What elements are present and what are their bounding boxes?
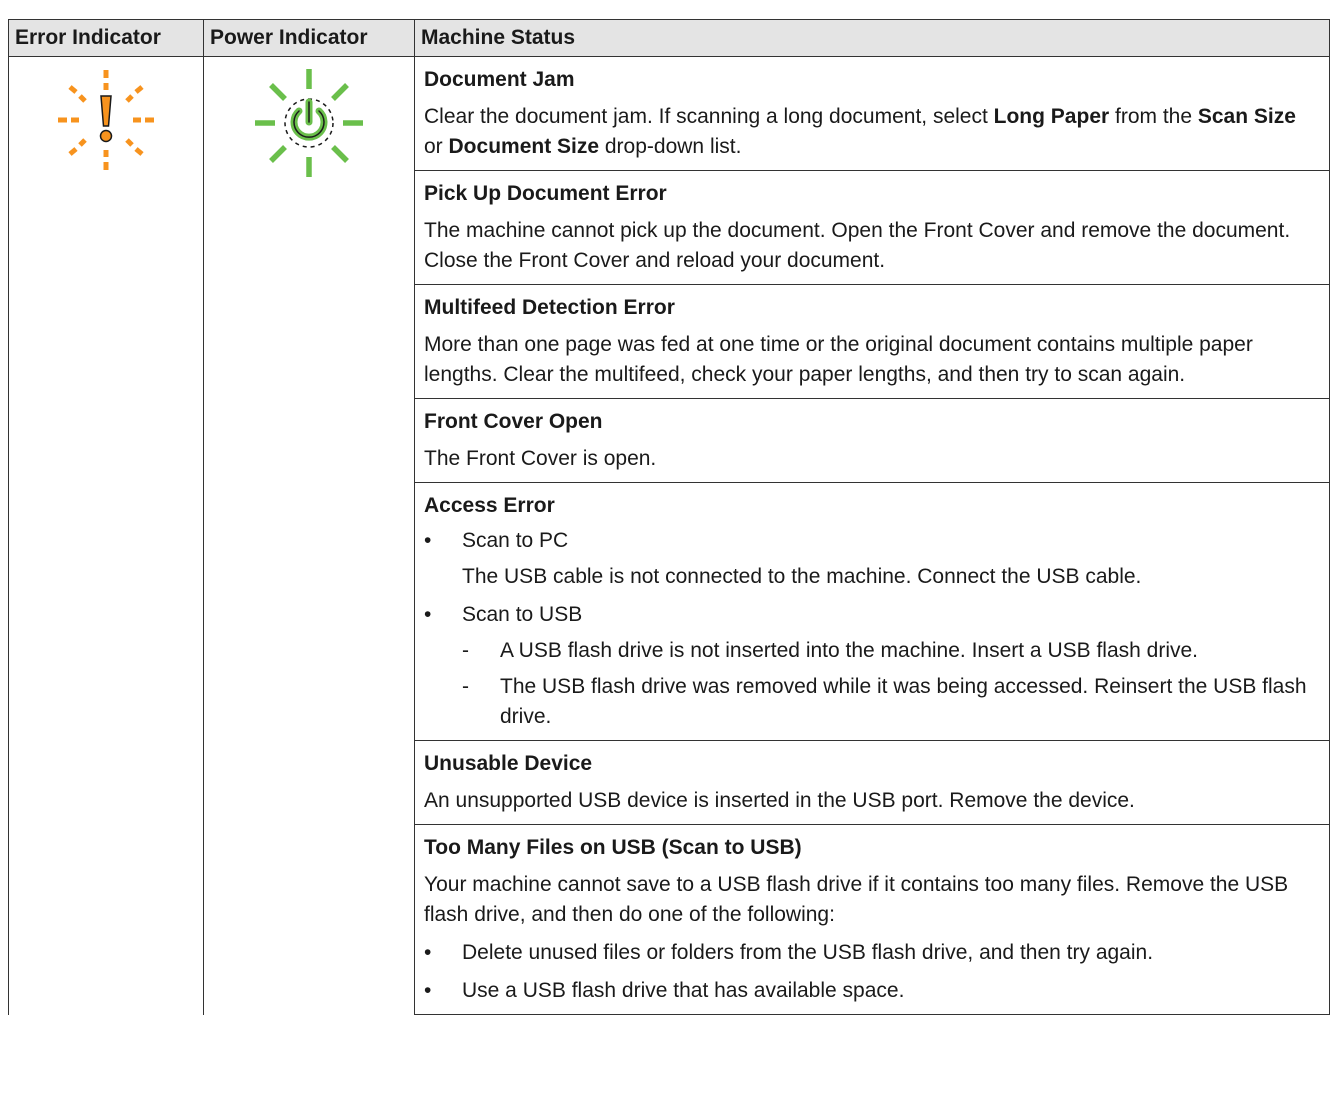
bullet-icon: • [424,979,432,1002]
sub-list-item: - The USB flash drive was removed while … [424,672,1317,732]
sub-list-item-text: A USB flash drive is not inserted into t… [500,639,1199,662]
header-machine-status: Machine Status [414,19,1330,57]
list-item-label: Use a USB flash drive that has available… [462,979,905,1002]
sub-list-item-text: The USB flash drive was removed while it… [500,675,1307,728]
entry-title: Access Error [424,494,555,517]
entry-title: Pick Up Document Error [424,182,667,205]
power-indicator-blinking-icon [251,65,367,187]
error-indicator-blinking-icon [51,65,161,181]
header-error-indicator: Error Indicator [8,19,204,57]
status-cell: Document Jam Clear the document jam. If … [414,56,1330,171]
sub-list-item: - A USB flash drive is not inserted into… [424,636,1317,666]
status-table: Error Indicator Power Indicator Machine … [8,19,1330,1015]
list-item-label: Scan to USB [462,603,583,626]
entry-title: Multifeed Detection Error [424,296,675,319]
list-item-description: The USB cable is not connected to the ma… [462,565,1142,588]
table-row: Document Jam Clear the document jam. If … [8,56,1330,1015]
entry-description: The Front Cover is open. [424,447,657,470]
list-item-label: Delete unused files or folders from the … [462,941,1154,964]
status-cell: Multifeed Detection Error More than one … [414,284,1330,399]
dash-icon: - [462,675,469,698]
entry-description: Clear the document jam. If scanning a lo… [424,105,1296,158]
entry-description: More than one page was fed at one time o… [424,333,1253,386]
header-power-indicator: Power Indicator [203,19,415,57]
entry-title: Too Many Files on USB (Scan to USB) [424,836,802,859]
status-cell: Unusable Device An unsupported USB devic… [414,740,1330,825]
status-cell: Access Error • Scan to PC The USB cable … [414,482,1330,741]
list-item: • Use a USB flash drive that has availab… [424,976,1317,1006]
status-cell: Too Many Files on USB (Scan to USB) Your… [414,824,1330,1015]
error-indicator-cell [8,56,204,1015]
status-cell: Front Cover Open The Front Cover is open… [414,398,1330,483]
list-item: • Scan to PC [424,526,1317,556]
power-indicator-cell [203,56,415,1015]
dash-icon: - [462,639,469,662]
entry-title: Unusable Device [424,752,593,775]
entry-description: Your machine cannot save to a USB flash … [424,873,1289,926]
bullet-icon: • [424,941,432,964]
list-item: • Scan to USB [424,600,1317,630]
header-row: Error Indicator Power Indicator Machine … [8,19,1330,57]
entry-description: The machine cannot pick up the document.… [424,219,1291,272]
list-item-label: Scan to PC [462,529,569,552]
bullet-icon: • [424,603,432,626]
status-cell: Pick Up Document Error The machine canno… [414,170,1330,285]
list-item: • Delete unused files or folders from th… [424,938,1317,968]
bullet-icon: • [424,529,432,552]
entry-description: An unsupported USB device is inserted in… [424,789,1135,812]
entry-title: Front Cover Open [424,410,603,433]
entry-title: Document Jam [424,68,575,91]
